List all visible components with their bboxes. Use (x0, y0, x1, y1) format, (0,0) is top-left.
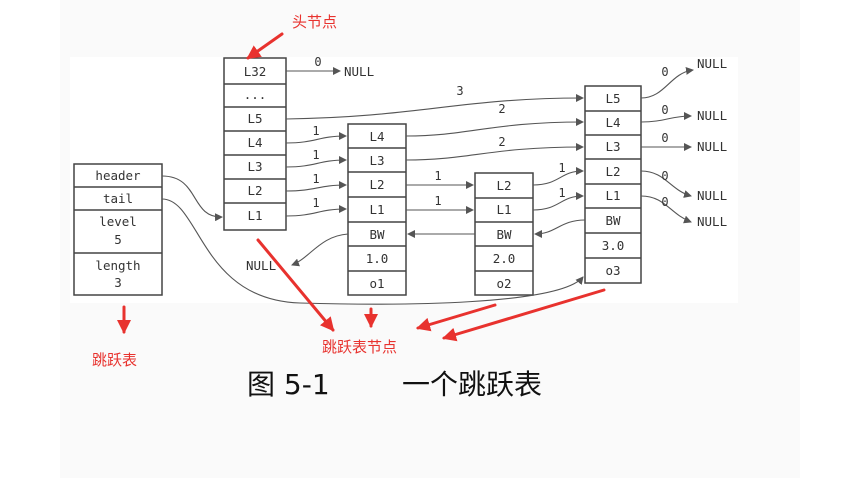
node2-l1-span: 1 (558, 186, 565, 200)
node1-level-l3: L3 (369, 153, 384, 168)
node2-obj: o2 (496, 276, 511, 291)
head-l5-arrow (285, 94, 584, 120)
head-node-annotation: 头节点 (292, 13, 337, 31)
node1-obj: o1 (369, 276, 384, 291)
node3-obj: o3 (605, 263, 620, 278)
header-field: header (95, 168, 141, 183)
header-pointer-arrow (161, 175, 223, 222)
node3-l1-span: 0 (661, 195, 668, 209)
node1-l2-span: 1 (434, 169, 441, 183)
head-l2-span: 1 (312, 172, 319, 186)
null-node3-l5: NULL (697, 56, 727, 71)
head-level-l1: L1 (247, 208, 262, 223)
level-field-value: 5 (114, 232, 122, 247)
head-level-l2: L2 (247, 183, 262, 198)
null-node1-backward: NULL (246, 258, 276, 273)
head-l1-arrow (285, 205, 347, 217)
node-annotation-arrow-1 (256, 238, 335, 332)
node2-score: 2.0 (493, 251, 516, 266)
node3-score: 3.0 (602, 238, 625, 253)
length-field-label: length (95, 258, 140, 273)
tail-field: tail (103, 191, 133, 206)
node2-backward: BW (496, 227, 512, 242)
null-node3-l4: NULL (697, 108, 727, 123)
node2-level-l1: L1 (496, 202, 511, 217)
head-level-l32: L32 (244, 64, 267, 79)
node3-backward: BW (605, 213, 621, 228)
head-l4-span: 1 (312, 124, 319, 138)
head-node-annotation-arrow (246, 32, 284, 60)
head-level-l5: L5 (247, 111, 262, 126)
node1-l1-span: 1 (434, 194, 441, 208)
node1-l3-span: 2 (498, 135, 505, 149)
head-l5-span: 3 (456, 84, 463, 98)
head-level-ellipsis: ... (244, 87, 267, 102)
node3-backward-arrow (534, 219, 586, 238)
null-node3-l3: NULL (697, 139, 727, 154)
node-annotation-arrow-3 (416, 303, 497, 332)
annotation-arrows (117, 32, 606, 342)
node1-backward: BW (369, 227, 385, 242)
skiplist-node-annotation: 跳跃表节点 (322, 338, 397, 356)
head-l32-span: 0 (314, 55, 321, 69)
node1-level-l2: L2 (369, 177, 384, 192)
null-node3-l2: NULL (697, 188, 727, 203)
figure-number: 图 5-1 (247, 368, 330, 401)
head-level-l4: L4 (247, 135, 262, 150)
node3-level-l3: L3 (605, 139, 620, 154)
node1-score: 1.0 (366, 251, 389, 266)
head-level-l3: L3 (247, 159, 262, 174)
node1-level-l1: L1 (369, 202, 384, 217)
node3-level-l1: L1 (605, 188, 620, 203)
head-l1-span: 1 (312, 196, 319, 210)
node1-l4-span: 2 (498, 102, 505, 116)
node1-l3-arrow (405, 143, 584, 161)
node1-l4-arrow (405, 118, 584, 137)
node2-l2-span: 1 (558, 161, 565, 175)
skiplist-diagram: header tail level 5 length 3 L32 ... L5 … (73, 13, 727, 401)
figure-title: 一个跳跃表 (402, 368, 542, 401)
node3-l2-span: 0 (661, 169, 668, 183)
node3-level-l4: L4 (605, 115, 620, 130)
skiplist-annotation: 跳跃表 (92, 351, 137, 369)
node3-l5-span: 0 (661, 65, 668, 79)
node3-l4-span: 0 (661, 103, 668, 117)
node3-l3-span: 0 (661, 131, 668, 145)
null-head-l32: NULL (344, 64, 374, 79)
null-node3-l1: NULL (697, 214, 727, 229)
head-l3-span: 1 (312, 148, 319, 162)
level-field-label: level (99, 214, 137, 229)
node1-level-l4: L4 (369, 129, 384, 144)
node3-level-l5: L5 (605, 91, 620, 106)
length-field-value: 3 (114, 275, 122, 290)
node1-backward-arrow (291, 233, 349, 267)
node2-level-l2: L2 (496, 178, 511, 193)
node3-level-l2: L2 (605, 164, 620, 179)
